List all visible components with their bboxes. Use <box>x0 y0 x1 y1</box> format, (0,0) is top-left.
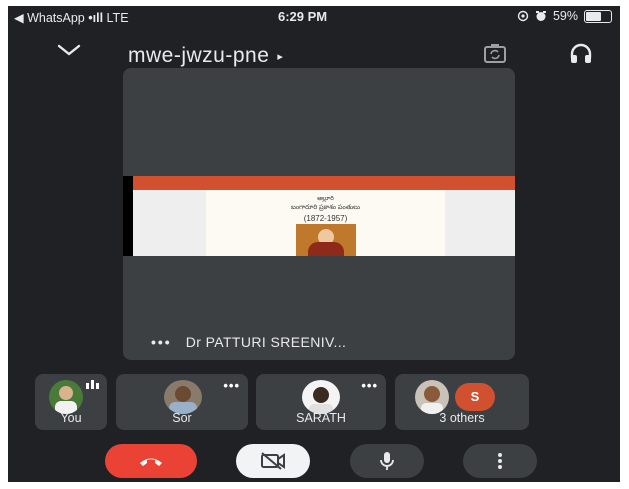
portrait-image <box>296 224 356 256</box>
participant-name: You <box>60 411 82 425</box>
meeting-code-title[interactable]: mwe-jwzu-pne ▸ <box>128 44 283 68</box>
shared-screen-edge <box>123 176 133 256</box>
presenter-label: ••• Dr PATTURI SREENIV... <box>151 334 346 350</box>
more-options-button[interactable] <box>463 444 537 478</box>
participant-more-icon[interactable]: ••• <box>361 378 378 393</box>
presenter-tile[interactable]: అల్లూరి బంగారూరి ప్రకాశం పంతులు (1872-19… <box>123 68 515 360</box>
back-to-app-link[interactable]: ◀ WhatsApp <box>14 11 85 25</box>
switch-camera-icon[interactable] <box>482 42 508 66</box>
participant-name: Sor <box>172 411 192 425</box>
hang-up-icon <box>140 458 162 466</box>
doc-line-1: అల్లూరి <box>317 196 334 202</box>
participant-tile-you[interactable]: You <box>35 374 107 430</box>
avatar <box>415 380 449 414</box>
status-time: 6:29 PM <box>278 9 328 24</box>
camera-toggle-button[interactable] <box>236 444 310 478</box>
battery-percent: 59% <box>552 9 578 23</box>
chevron-down-icon[interactable] <box>56 40 82 60</box>
microphone-icon <box>380 452 394 470</box>
shared-app-toolbar <box>123 176 515 190</box>
microphone-button[interactable] <box>350 444 424 478</box>
participant-more-icon[interactable]: ••• <box>223 378 240 393</box>
signal-icon: •ıll <box>88 11 104 25</box>
avatar <box>302 380 340 414</box>
status-left[interactable]: ◀ WhatsApp •ıll LTE <box>14 10 129 25</box>
more-options-icon <box>498 453 502 469</box>
participant-name: 3 others <box>439 411 485 425</box>
shared-document: అల్లూరి బంగారూరి ప్రకాశం పంతులు (1872-19… <box>206 190 445 256</box>
status-right: 59% <box>517 9 612 23</box>
presenter-name: Dr PATTURI SREENIV... <box>185 334 347 350</box>
network-type: LTE <box>106 11 129 25</box>
headphones-icon[interactable] <box>568 42 594 66</box>
shared-screen-margin-right <box>445 190 515 256</box>
avatar <box>164 380 202 414</box>
speaking-bars-icon <box>86 380 99 389</box>
caret-right-icon: ▸ <box>277 50 284 63</box>
battery-icon <box>584 9 612 23</box>
location-icon <box>517 10 529 22</box>
doc-years: (1872-1957) <box>303 214 348 223</box>
status-bar: ◀ WhatsApp •ıll LTE 6:29 PM 59% <box>8 6 620 28</box>
participant-name: SARATH <box>296 411 346 425</box>
participant-initial-badge: S <box>455 383 495 411</box>
participant-tile-sarath[interactable]: ••• SARATH <box>256 374 386 430</box>
participant-tile-sor[interactable]: ••• Sor <box>116 374 248 430</box>
avatar <box>49 380 83 414</box>
hang-up-button[interactable] <box>105 444 197 478</box>
meet-call-screen: ◀ WhatsApp •ıll LTE 6:29 PM 59% mwe-jwzu… <box>8 6 620 482</box>
doc-line-2: బంగారూరి ప్రకాశం పంతులు <box>291 204 360 211</box>
shared-screen-margin-left <box>133 190 206 256</box>
alarm-icon <box>535 11 546 21</box>
meeting-code: mwe-jwzu-pne <box>128 44 270 67</box>
presenter-more-icon[interactable]: ••• <box>151 334 172 350</box>
camera-off-icon <box>261 452 285 470</box>
shared-screen: అల్లూరి బంగారూరి ప్రకాశం పంతులు (1872-19… <box>123 176 515 256</box>
participant-tile-others[interactable]: S 3 others <box>395 374 529 430</box>
